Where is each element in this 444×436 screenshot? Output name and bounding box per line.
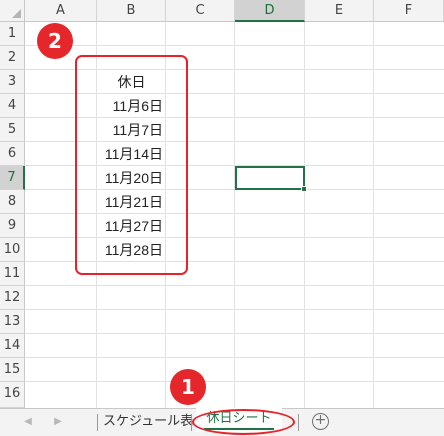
column-header-bar: A B C D E F bbox=[0, 0, 444, 22]
gridline bbox=[25, 357, 444, 358]
row-header-7[interactable]: 7 bbox=[0, 166, 25, 190]
highlight-oval-holiday-tab bbox=[192, 409, 295, 435]
row-header-9[interactable]: 9 bbox=[0, 214, 25, 238]
row-header-1[interactable]: 1 bbox=[0, 22, 25, 46]
gridline bbox=[234, 22, 235, 408]
column-header-d[interactable]: D bbox=[235, 0, 305, 22]
sheet-tab-schedule[interactable]: スケジュール表 bbox=[103, 409, 193, 435]
triangle-left-icon[interactable]: ◀ bbox=[20, 414, 36, 430]
active-cell-d7[interactable] bbox=[235, 166, 305, 190]
row-header-3[interactable]: 3 bbox=[0, 70, 25, 94]
gridline bbox=[25, 381, 444, 382]
column-header-e[interactable]: E bbox=[305, 0, 374, 21]
gridline bbox=[25, 285, 444, 286]
row-header-16[interactable]: 16 bbox=[0, 382, 25, 408]
gridline bbox=[25, 333, 444, 334]
select-all-corner[interactable] bbox=[0, 0, 25, 21]
gridline bbox=[25, 309, 444, 310]
row-header-6[interactable]: 6 bbox=[0, 142, 25, 166]
gridline bbox=[304, 22, 305, 408]
row-header-12[interactable]: 12 bbox=[0, 286, 25, 310]
plus-circle-icon[interactable]: + bbox=[312, 413, 329, 430]
row-header-10[interactable]: 10 bbox=[0, 238, 25, 262]
row-header-11[interactable]: 11 bbox=[0, 262, 25, 286]
highlight-box-holiday-list bbox=[75, 55, 188, 275]
column-header-c[interactable]: C bbox=[166, 0, 235, 21]
column-header-a[interactable]: A bbox=[25, 0, 97, 21]
row-header-13[interactable]: 13 bbox=[0, 310, 25, 334]
gridline bbox=[373, 22, 374, 408]
gridline bbox=[25, 45, 444, 46]
row-header-2[interactable]: 2 bbox=[0, 46, 25, 70]
row-header-14[interactable]: 14 bbox=[0, 334, 25, 358]
column-header-b[interactable]: B bbox=[97, 0, 166, 21]
fill-handle[interactable] bbox=[301, 186, 307, 192]
row-header-5[interactable]: 5 bbox=[0, 118, 25, 142]
row-header-15[interactable]: 15 bbox=[0, 358, 25, 382]
row-header-8[interactable]: 8 bbox=[0, 190, 25, 214]
column-header-f[interactable]: F bbox=[374, 0, 444, 21]
tab-separator bbox=[97, 414, 98, 431]
triangle-right-icon[interactable]: ▶ bbox=[50, 414, 66, 430]
step-badge-1: 1 bbox=[170, 369, 206, 405]
tab-separator bbox=[298, 414, 299, 431]
step-badge-2: 2 bbox=[37, 23, 73, 59]
row-header-4[interactable]: 4 bbox=[0, 94, 25, 118]
select-all-triangle-icon bbox=[12, 9, 21, 18]
